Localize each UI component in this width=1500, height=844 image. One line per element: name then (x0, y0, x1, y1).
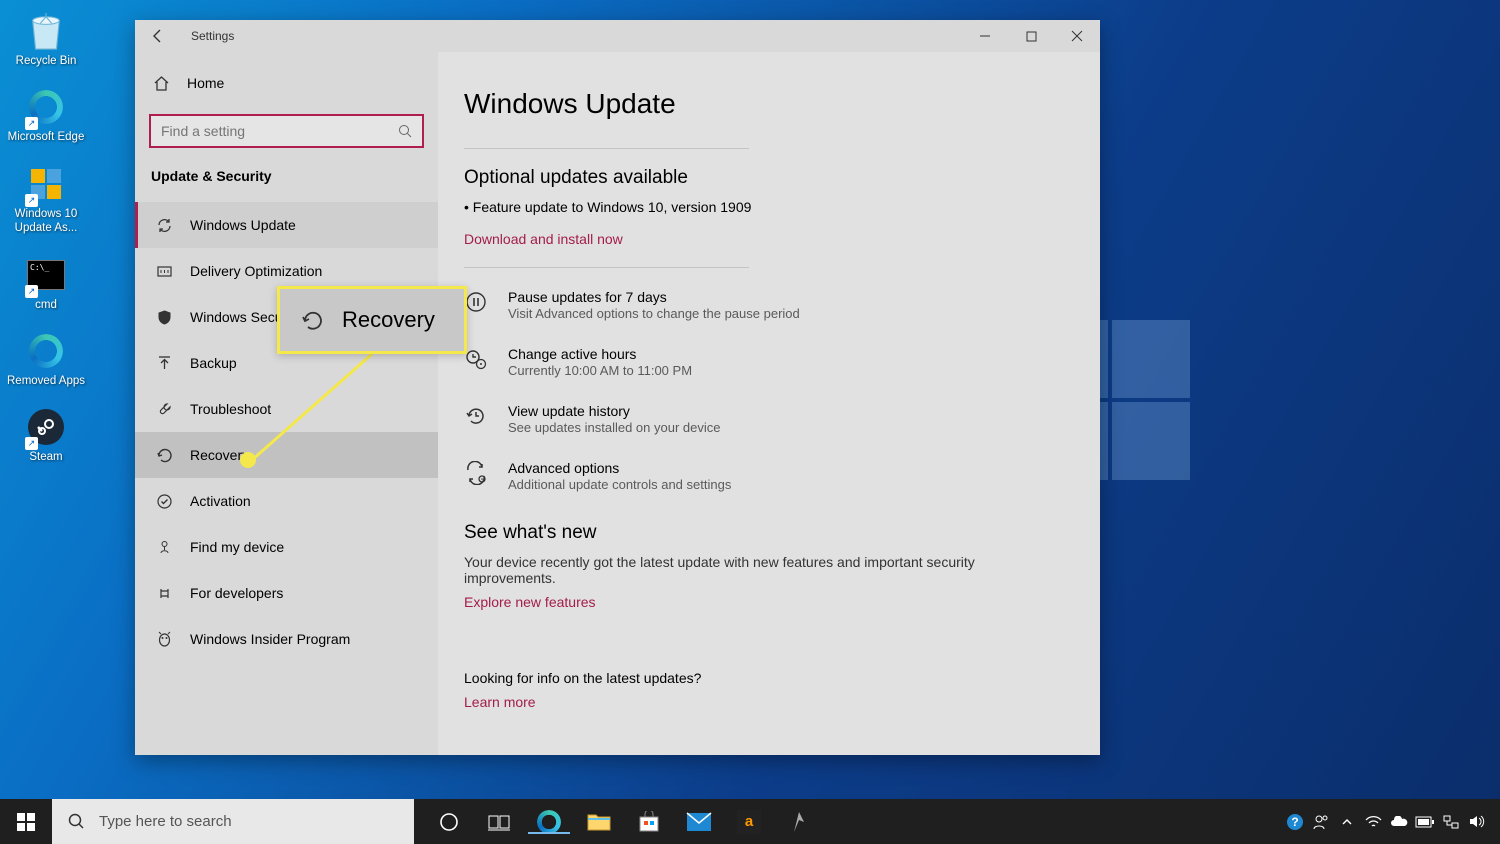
explore-features-link[interactable]: Explore new features (464, 594, 1074, 610)
close-button[interactable] (1054, 20, 1100, 52)
back-button[interactable] (135, 28, 181, 44)
view-update-history-row[interactable]: View update history See updates installe… (464, 402, 1074, 437)
recovery-icon (156, 446, 176, 464)
taskbar-store-icon[interactable] (624, 811, 674, 833)
tray-volume-icon[interactable] (1464, 814, 1490, 829)
developer-icon (156, 585, 176, 602)
sidebar-item-windows-update[interactable]: Windows Update (135, 202, 438, 248)
download-install-link[interactable]: Download and install now (464, 231, 1074, 247)
minimize-button[interactable] (962, 20, 1008, 52)
taskbar-edge-icon[interactable] (524, 810, 574, 834)
delivery-icon (156, 263, 176, 280)
history-icon (464, 404, 494, 428)
settings-main: Windows Update Optional updates availabl… (438, 52, 1100, 755)
location-icon (156, 539, 176, 556)
shield-icon (156, 309, 176, 326)
taskbar-search-placeholder: Type here to search (99, 813, 232, 830)
advanced-icon (464, 461, 494, 485)
tray-battery-icon[interactable] (1412, 816, 1438, 828)
insider-icon (156, 631, 176, 648)
taskbar: Type here to search a ? (0, 799, 1500, 844)
sidebar-item-insider[interactable]: Windows Insider Program (135, 616, 438, 662)
search-icon (68, 813, 85, 830)
sync-icon (156, 217, 176, 234)
start-button[interactable] (0, 799, 52, 844)
svg-text:?: ? (1291, 815, 1298, 829)
whats-new-section: See what's new Your device recently got … (464, 522, 1074, 610)
recovery-icon (300, 308, 324, 332)
divider (464, 267, 749, 268)
taskbar-explorer-icon[interactable] (574, 812, 624, 832)
learn-more-link[interactable]: Learn more (464, 694, 1074, 710)
callout-label: Recovery (342, 307, 435, 333)
change-active-hours-row[interactable]: Change active hours Currently 10:00 AM t… (464, 345, 1074, 380)
sidebar-home[interactable]: Home (135, 60, 438, 106)
home-icon (153, 75, 173, 92)
looking-for-info: Looking for info on the latest updates? … (464, 670, 1074, 710)
whats-new-heading: See what's new (464, 522, 1074, 544)
taskbar-mail-icon[interactable] (674, 812, 724, 832)
sidebar-home-label: Home (187, 75, 224, 91)
taskbar-taskview-icon[interactable] (474, 813, 524, 831)
sidebar-item-troubleshoot[interactable]: Troubleshoot (135, 386, 438, 432)
update-assistant-icon[interactable]: ↗ Windows 10 Update As... (6, 163, 86, 236)
steam-icon[interactable]: ↗ Steam (6, 406, 86, 464)
whats-new-body: Your device recently got the latest upda… (464, 554, 1004, 586)
sidebar-item-activation[interactable]: Activation (135, 478, 438, 524)
backup-icon (156, 355, 176, 372)
tray-help-icon[interactable]: ? (1282, 813, 1308, 831)
tray-people-icon[interactable] (1308, 813, 1334, 831)
tray-network-icon[interactable] (1438, 815, 1464, 829)
advanced-options-row[interactable]: Advanced options Additional update contr… (464, 459, 1074, 494)
taskbar-cortana-icon[interactable] (424, 812, 474, 832)
callout-dot (240, 452, 256, 468)
tray-onedrive-icon[interactable] (1386, 816, 1412, 828)
sidebar-item-for-developers[interactable]: For developers (135, 570, 438, 616)
sidebar-item-find-my-device[interactable]: Find my device (135, 524, 438, 570)
pause-updates-row[interactable]: Pause updates for 7 days Visit Advanced … (464, 288, 1074, 323)
pause-icon (464, 290, 494, 314)
taskbar-app-icon[interactable] (774, 810, 824, 834)
looking-for-info-text: Looking for info on the latest updates? (464, 670, 1074, 686)
settings-window: Settings Home Update & Security Windows … (135, 20, 1100, 755)
callout-recovery: Recovery (277, 286, 467, 354)
search-settings-input[interactable] (149, 114, 424, 148)
optional-updates-heading: Optional updates available (464, 167, 1074, 189)
check-icon (156, 493, 176, 510)
desktop-icons: Recycle Bin ↗ Microsoft Edge ↗ Windows 1… (6, 10, 86, 483)
tray-wifi-icon[interactable] (1360, 815, 1386, 829)
edge-icon[interactable]: ↗ Microsoft Edge (6, 86, 86, 144)
optional-update-item: • Feature update to Windows 10, version … (464, 199, 1074, 215)
maximize-button[interactable] (1008, 20, 1054, 52)
clock-icon (464, 347, 494, 371)
settings-sidebar: Home Update & Security Windows Update De… (135, 52, 438, 755)
page-title: Windows Update (464, 88, 1074, 120)
sidebar-section-title: Update & Security (135, 168, 438, 202)
sidebar-item-recovery[interactable]: Recovery (135, 432, 438, 478)
recycle-bin-icon[interactable]: Recycle Bin (6, 10, 86, 68)
taskbar-amazon-icon[interactable]: a (724, 810, 774, 834)
taskbar-search[interactable]: Type here to search (52, 799, 414, 844)
titlebar: Settings (135, 20, 1100, 52)
divider (464, 148, 749, 149)
removed-apps-icon[interactable]: Removed Apps (6, 330, 86, 388)
search-icon (398, 124, 412, 138)
tray-chevron-up-icon[interactable] (1334, 816, 1360, 828)
wrench-icon (156, 401, 176, 418)
system-tray: ? (1282, 799, 1500, 844)
window-title: Settings (191, 29, 234, 43)
cmd-icon[interactable]: ↗ cmd (6, 254, 86, 312)
